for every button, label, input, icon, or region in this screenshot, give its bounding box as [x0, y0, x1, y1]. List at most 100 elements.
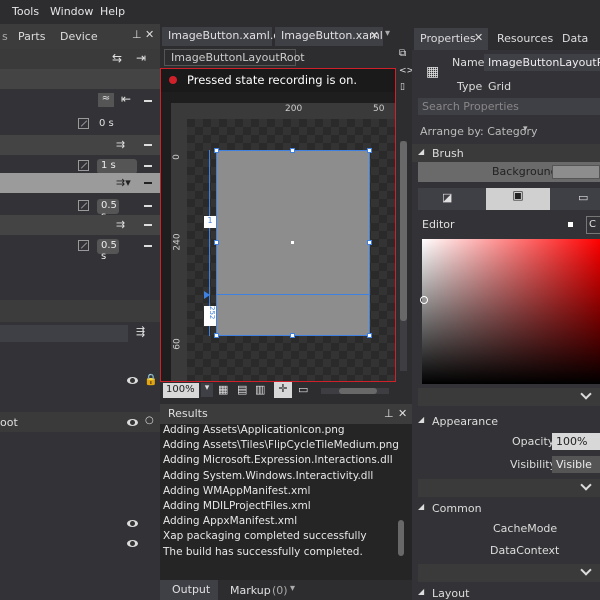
layout-section-header[interactable]: ◢ Layout [412, 584, 600, 600]
breadcrumb[interactable]: ImageButtonLayoutRoot [164, 49, 305, 66]
remove-icon[interactable] [144, 100, 152, 102]
tab-markup[interactable]: Markup [230, 584, 271, 597]
tab-imagebutton-cs[interactable]: ImageButton.xaml.cs [162, 27, 285, 46]
chevron-down-icon[interactable] [580, 388, 592, 400]
split-view-icon[interactable]: ⧉ [399, 48, 406, 59]
visibility-dropdown[interactable]: Visible [552, 456, 600, 473]
no-easing-icon[interactable] [78, 160, 89, 171]
object-row[interactable] [0, 514, 160, 534]
color-eyedropper-icon[interactable]: C [586, 216, 600, 234]
menu-tools[interactable]: Tools [12, 5, 39, 18]
remove-icon[interactable] [144, 224, 152, 226]
transition-duration[interactable]: 0 s [99, 118, 114, 129]
easing-icon[interactable]: ≈ [98, 93, 114, 107]
resize-handle[interactable] [214, 148, 219, 153]
color-preview-icon[interactable] [568, 222, 573, 227]
add-state-group-icon[interactable]: ⇆ [112, 51, 122, 65]
tab-arrow-icon[interactable]: s [2, 30, 8, 43]
tab-device[interactable]: Device [60, 30, 98, 43]
opacity-field[interactable]: 100% [552, 433, 600, 450]
row-marker-icon[interactable] [204, 291, 210, 299]
close-icon[interactable]: ✕ [398, 407, 407, 420]
collapse-icon[interactable]: ◢ [418, 415, 424, 424]
background-swatch[interactable] [552, 165, 600, 179]
selected-state-row[interactable]: ⇉▾ [0, 173, 160, 193]
eye-icon[interactable] [127, 540, 138, 547]
expand-row[interactable] [418, 479, 600, 497]
design-view-icon[interactable]: ▯ [400, 82, 405, 92]
transition-row[interactable]: 0 s [0, 113, 160, 135]
results-scrollbar[interactable] [398, 520, 404, 556]
object-row[interactable]: 🔒 [0, 371, 160, 391]
transition-duration[interactable]: 0.5 s [97, 239, 119, 262]
object-row[interactable] [0, 534, 160, 554]
tab-parts[interactable]: Parts [18, 30, 45, 43]
eye-icon[interactable] [127, 419, 138, 426]
search-properties-input[interactable]: Search Properties [418, 98, 600, 115]
horizontal-scrollbar[interactable] [321, 388, 389, 394]
expand-row[interactable] [418, 388, 600, 406]
no-easing-icon[interactable] [78, 118, 89, 129]
tab-imagebutton-xaml[interactable]: ImageButton.xaml ✕ [275, 27, 383, 46]
tab-data[interactable]: Data [562, 32, 588, 45]
transition-icon[interactable]: ⇤ [121, 92, 131, 106]
transition-icon[interactable]: ⇥ [136, 51, 146, 65]
background-property-row[interactable]: Background [418, 162, 600, 182]
objects-search-input[interactable] [0, 325, 128, 342]
color-picker-field[interactable] [420, 239, 600, 384]
state-group-header[interactable]: ⇉ [0, 215, 160, 235]
arrange-by-dropdown[interactable]: Arrange by: Category [420, 125, 537, 138]
chevron-down-icon[interactable] [580, 479, 592, 491]
add-transition-icon[interactable]: ⇉ [116, 218, 125, 231]
tab-properties[interactable]: Properties ✕ [414, 28, 488, 50]
transition-row[interactable]: 0.5 s [0, 235, 160, 262]
record-icon[interactable] [169, 76, 177, 84]
resize-handle[interactable] [367, 148, 372, 153]
lock-icon[interactable]: 🔒 [144, 373, 158, 386]
state-row[interactable]: ≈ ⇤ [0, 89, 160, 113]
resize-handle[interactable] [367, 333, 372, 338]
collapse-icon[interactable]: ◢ [418, 587, 424, 596]
pin-icon[interactable]: ⊥ [384, 407, 394, 420]
snap-grid-icon[interactable]: ▤ [237, 383, 247, 396]
no-easing-icon[interactable] [78, 200, 89, 211]
lock-open-icon[interactable]: ○ [145, 415, 154, 426]
eye-icon[interactable] [127, 520, 138, 527]
remove-icon[interactable] [144, 165, 152, 167]
collapse-icon[interactable]: ◢ [418, 502, 424, 511]
brush-section-header[interactable]: ◢ Brush [412, 144, 600, 162]
no-easing-icon[interactable] [78, 240, 89, 251]
state-group-header[interactable]: ⇉ [0, 135, 160, 155]
solid-brush-icon[interactable]: ▣ [486, 188, 550, 210]
object-row[interactable]: oot ○ [0, 412, 160, 432]
menu-help[interactable]: Help [100, 5, 125, 18]
gradient-brush-icon[interactable]: ▭ [578, 191, 588, 204]
remove-icon[interactable] [144, 245, 152, 247]
expand-row[interactable] [418, 564, 600, 582]
collapse-icon[interactable]: ◢ [418, 147, 424, 156]
snap-lines-icon[interactable]: ▥ [255, 383, 265, 396]
remove-icon[interactable] [144, 205, 152, 207]
chevron-down-icon[interactable] [580, 564, 592, 576]
resize-handle[interactable] [290, 333, 295, 338]
remove-icon[interactable] [144, 182, 152, 184]
transition-row[interactable]: 0.5 s [0, 195, 160, 222]
zoom-field[interactable]: 100% [163, 383, 199, 398]
tab-output[interactable]: Output [160, 580, 218, 600]
scrollbar-thumb[interactable] [339, 388, 377, 394]
dropdown-icon[interactable]: ▾ [385, 28, 390, 39]
name-field[interactable]: ImageButtonLayoutRoot [484, 54, 600, 71]
resize-handle[interactable] [214, 333, 219, 338]
remove-icon[interactable] [144, 144, 152, 146]
transition-duration[interactable]: 1 s [97, 159, 137, 174]
eye-icon[interactable] [127, 377, 138, 384]
comment-icon[interactable]: ▭ [298, 383, 308, 396]
appearance-section-header[interactable]: ◢ Appearance [412, 412, 600, 430]
row-height-badge[interactable]: 252 [204, 306, 216, 326]
close-icon[interactable]: ✕ [474, 31, 483, 44]
resize-handle[interactable] [290, 148, 295, 153]
color-picker-cursor[interactable] [420, 296, 428, 304]
zoom-dropdown-icon[interactable]: ▾ [201, 383, 213, 397]
transition-duration[interactable]: 0.5 s [97, 199, 119, 222]
sort-icon[interactable]: ⇶ [136, 325, 145, 338]
